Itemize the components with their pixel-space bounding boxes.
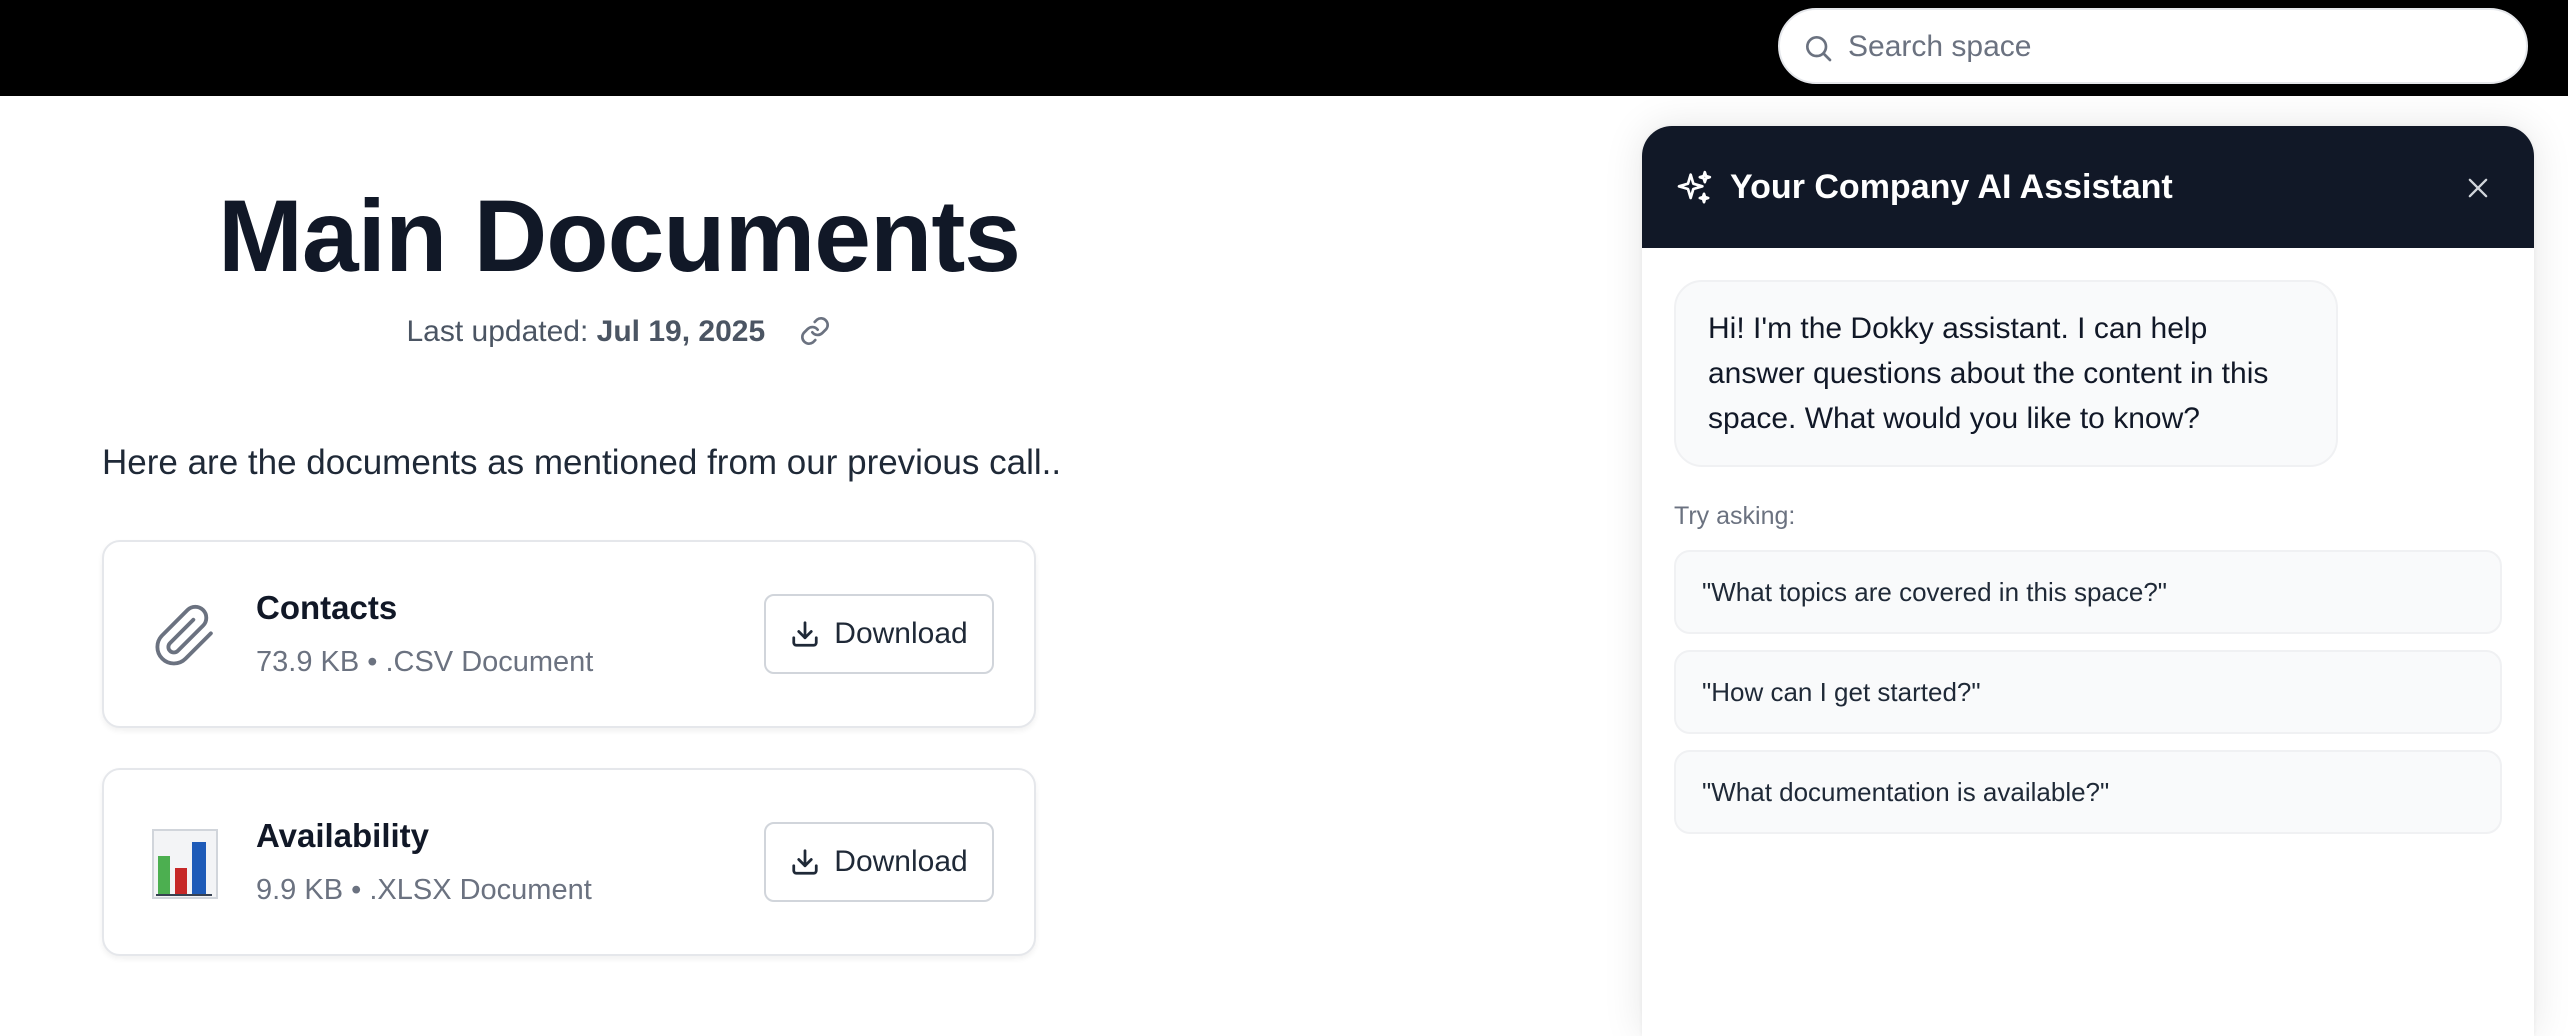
- page-title: Main Documents: [217, 179, 1021, 293]
- file-name: Availability: [256, 817, 430, 854]
- file-meta: 9.9 KB • .XLSX Document: [256, 874, 592, 906]
- close-button[interactable]: [2458, 168, 2498, 208]
- download-icon: [792, 849, 818, 875]
- sparkle-icon: [1677, 170, 1712, 204]
- suggestion-documentation[interactable]: "What documentation is available?": [1674, 750, 2502, 834]
- file-card-availability: Availability 9.9 KB • .XLSX Document Dow…: [102, 768, 1036, 956]
- search-box[interactable]: [1778, 8, 2528, 84]
- file-card-contacts: Contacts 73.9 KB • .CSV Document Downloa…: [102, 540, 1036, 728]
- spreadsheet-chart-icon: [152, 829, 218, 899]
- suggestion-get-started[interactable]: "How can I get started?": [1674, 650, 2502, 734]
- intro-text: Here are the documents as mentioned from…: [102, 443, 1062, 482]
- search-input[interactable]: [1846, 20, 2490, 74]
- suggestion-topics[interactable]: "What topics are covered in this space?": [1674, 550, 2502, 634]
- download-icon: [792, 621, 818, 647]
- file-meta: 73.9 KB • .CSV Document: [256, 646, 594, 678]
- last-updated: Last updated: Jul 19, 2025: [0, 310, 1238, 354]
- close-icon: [2468, 178, 2488, 198]
- assistant-message: Hi! I'm the Dokky assistant. I can help …: [1674, 280, 2338, 467]
- ai-assistant-panel: Your Company AI Assistant Hi! I'm the Do…: [1642, 126, 2534, 1036]
- assistant-header: Your Company AI Assistant: [1642, 126, 2534, 248]
- download-button[interactable]: Download: [764, 594, 994, 674]
- last-updated-date: Jul 19, 2025: [596, 315, 766, 348]
- download-label: Download: [834, 617, 968, 650]
- assistant-title: Your Company AI Assistant: [1730, 168, 2173, 206]
- download-label: Download: [834, 845, 968, 878]
- try-asking-label: Try asking:: [1674, 502, 1796, 530]
- last-updated-label: Last updated:: [406, 315, 589, 348]
- paperclip-icon: [155, 604, 213, 666]
- download-button[interactable]: Download: [764, 822, 994, 902]
- link-icon[interactable]: [799, 315, 831, 347]
- file-name: Contacts: [256, 589, 398, 626]
- top-bar: [0, 0, 2568, 96]
- search-icon: [1806, 36, 1832, 62]
